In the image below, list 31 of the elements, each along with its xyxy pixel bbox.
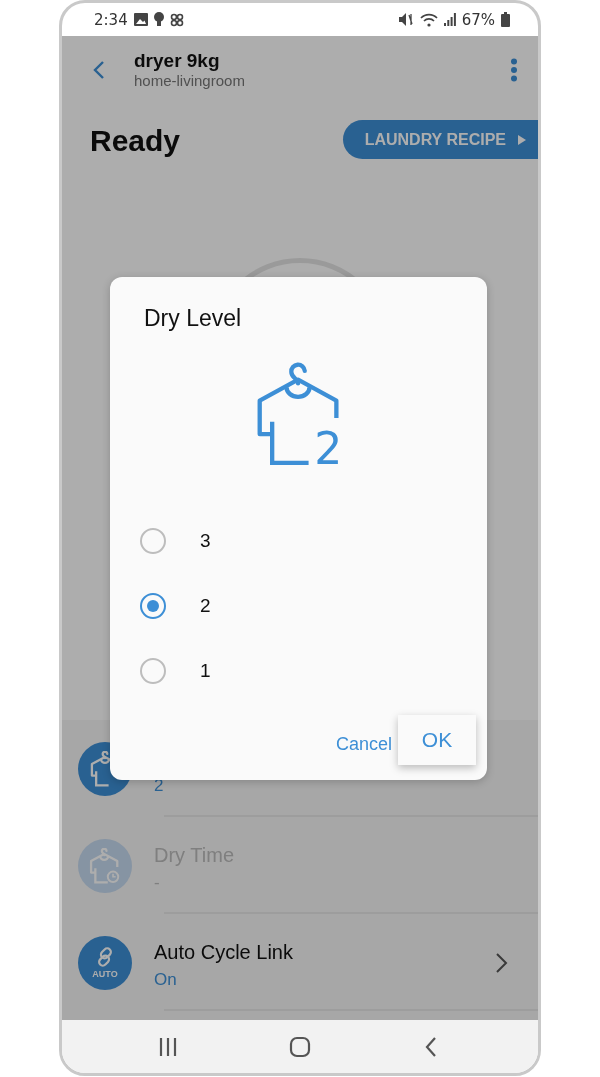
- setting-title: Auto Cycle Link: [154, 941, 294, 964]
- ok-button[interactable]: OK: [398, 715, 476, 765]
- laundry-recipe-button[interactable]: LAUNDRY RECIPE: [342, 120, 538, 159]
- chevron-icon[interactable]: [494, 950, 510, 975]
- radio-button[interactable]: [140, 527, 166, 554]
- auto-label: AUTO: [92, 969, 118, 979]
- setting-value: On: [154, 970, 178, 990]
- bulb-icon: [153, 12, 164, 27]
- home-icon[interactable]: [288, 1034, 312, 1059]
- radio-button[interactable]: [140, 657, 166, 684]
- setting-value: -: [154, 873, 161, 893]
- more-icon[interactable]: [510, 57, 518, 82]
- clock-time: 2:34: [94, 10, 128, 29]
- image-icon: [133, 13, 148, 26]
- fan-icon: [169, 12, 184, 27]
- signal-icon: [443, 13, 456, 26]
- device-location: home-livingroom: [134, 72, 246, 89]
- status-text: Ready: [90, 123, 181, 158]
- option-label: 3: [200, 529, 211, 552]
- mute-icon: [397, 12, 414, 27]
- play-arrow-icon: [518, 134, 526, 145]
- option-label: 1: [200, 659, 211, 682]
- cancel-button[interactable]: Cancel: [335, 725, 392, 755]
- wifi-icon: [419, 12, 438, 27]
- dialog-title: Dry Level: [144, 305, 243, 332]
- battery-percent: 67%: [461, 10, 495, 29]
- option-label: 2: [200, 594, 211, 617]
- device-title: dryer 9kg: [134, 50, 221, 72]
- shirt-clock-icon: [89, 847, 121, 884]
- battery-icon: [501, 12, 510, 27]
- radio-button[interactable]: [140, 592, 166, 619]
